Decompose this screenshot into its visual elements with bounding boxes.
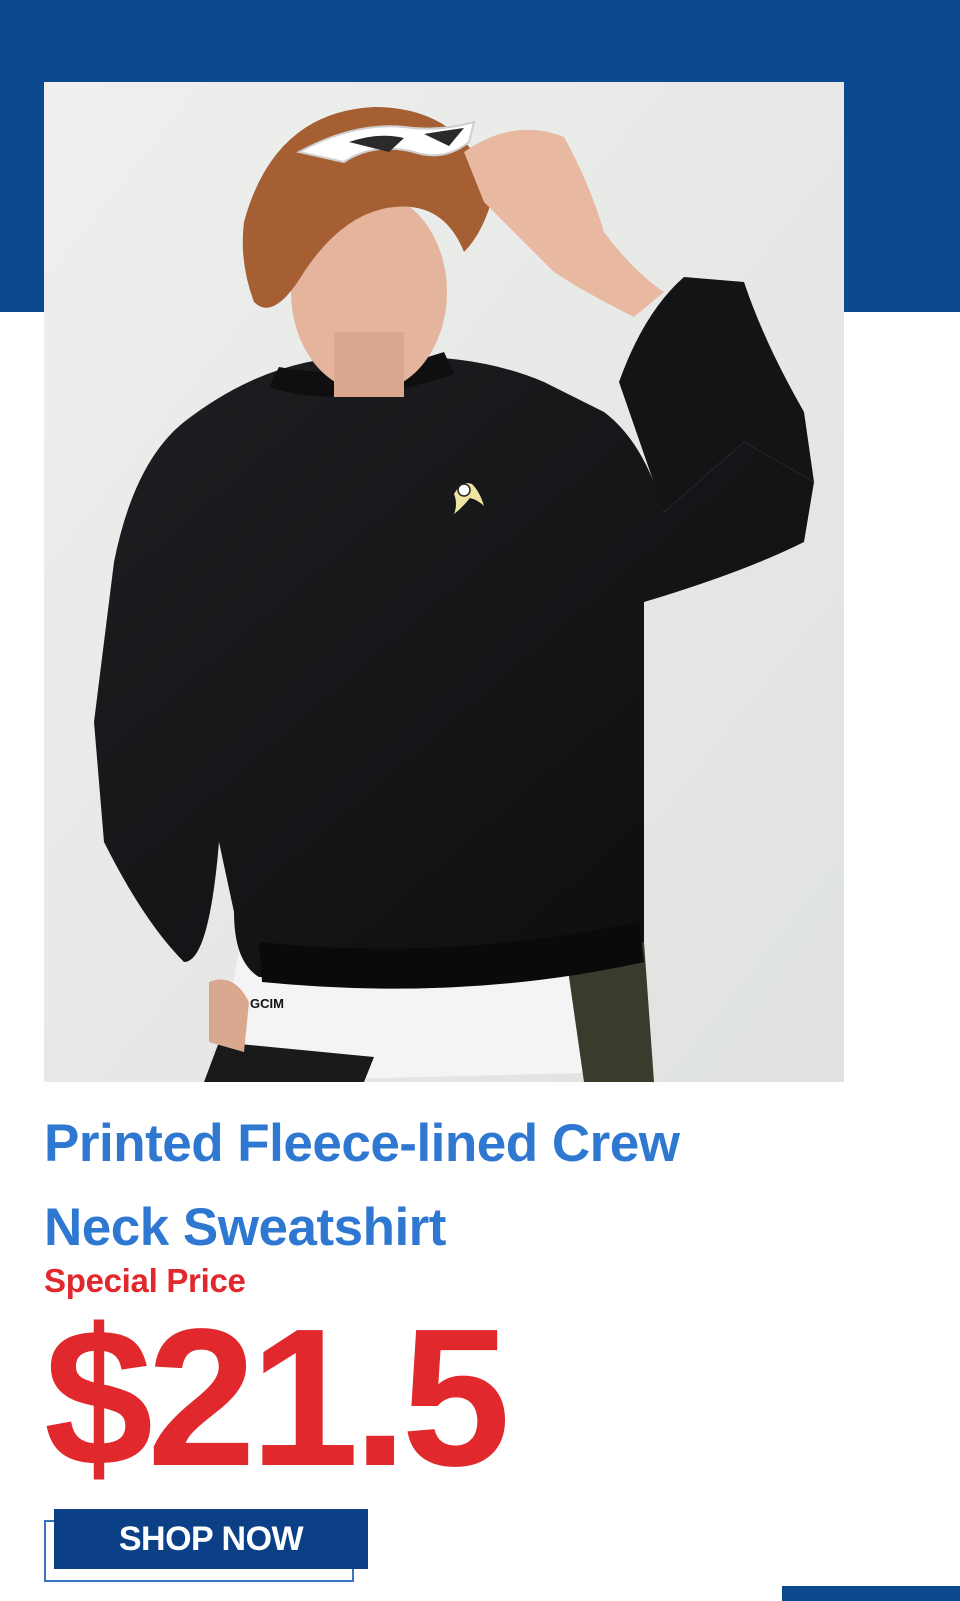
shirt-print-text: GCIM xyxy=(250,996,284,1011)
shop-now-button[interactable]: SHOP NOW xyxy=(54,1509,368,1569)
bottom-blue-accent xyxy=(782,1586,960,1601)
product-title-line2: Neck Sweatshirt xyxy=(44,1198,446,1257)
price-value: $21.5 xyxy=(44,1288,510,1507)
product-photo[interactable]: GCIM xyxy=(44,82,844,1082)
product-title-line1: Printed Fleece-lined Crew xyxy=(44,1114,680,1173)
product-title: Printed Fleece-lined Crew Neck Sweatshir… xyxy=(44,1102,824,1270)
